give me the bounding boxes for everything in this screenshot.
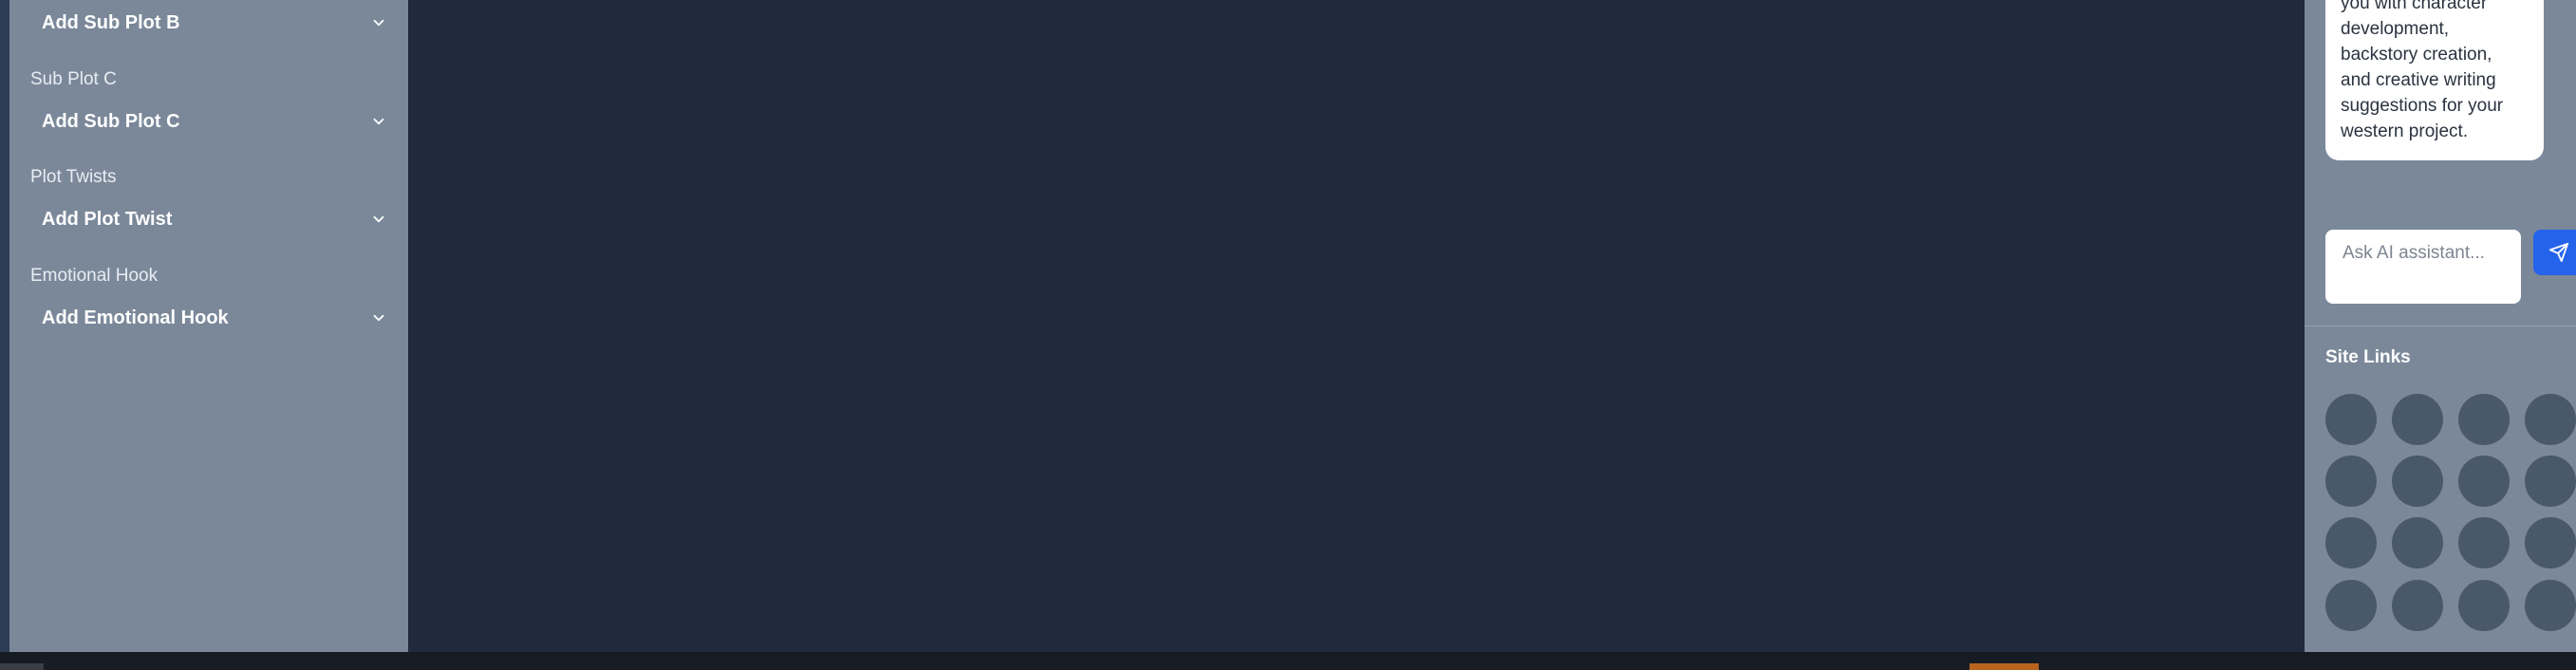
left-edge-strip bbox=[0, 0, 9, 652]
assistant-message-line: suggestions for your bbox=[2341, 96, 2504, 116]
taskbar-active-item[interactable] bbox=[1969, 663, 2039, 670]
dropdown-label: Add Plot Twist bbox=[42, 208, 173, 230]
chevron-down-icon bbox=[370, 309, 387, 326]
add-sub-plot-b-dropdown[interactable]: Add Sub Plot B bbox=[30, 0, 401, 46]
site-link[interactable] bbox=[2458, 394, 2510, 445]
left-sidebar: Add Sub Plot B Sub Plot C Add Sub Plot C… bbox=[9, 0, 408, 652]
site-link[interactable] bbox=[2325, 394, 2377, 445]
site-links-title: Site Links bbox=[2325, 347, 2411, 367]
site-link[interactable] bbox=[2392, 517, 2443, 568]
site-link[interactable] bbox=[2325, 517, 2377, 568]
send-button[interactable] bbox=[2533, 230, 2576, 275]
section-label-sub-plot-c: Sub Plot C bbox=[30, 69, 117, 89]
chevron-down-icon bbox=[370, 211, 387, 228]
assistant-message-line: development, bbox=[2341, 19, 2450, 39]
ask-ai-input[interactable] bbox=[2325, 230, 2521, 304]
site-link[interactable] bbox=[2392, 580, 2443, 631]
site-link[interactable] bbox=[2458, 517, 2510, 568]
site-link[interactable] bbox=[2525, 456, 2576, 507]
chevron-down-icon bbox=[370, 14, 387, 31]
site-link[interactable] bbox=[2525, 580, 2576, 631]
site-link[interactable] bbox=[2325, 580, 2377, 631]
site-link[interactable] bbox=[2458, 456, 2510, 507]
chevron-down-icon bbox=[370, 113, 387, 130]
right-sidebar: you with character development, backstor… bbox=[2305, 0, 2576, 652]
site-link[interactable] bbox=[2525, 517, 2576, 568]
section-label-plot-twists: Plot Twists bbox=[30, 167, 117, 187]
assistant-message: you with character development, backstor… bbox=[2325, 0, 2544, 160]
dropdown-label: Add Sub Plot B bbox=[42, 11, 180, 33]
add-emotional-hook-dropdown[interactable]: Add Emotional Hook bbox=[30, 295, 401, 341]
site-link[interactable] bbox=[2392, 394, 2443, 445]
site-link[interactable] bbox=[2458, 580, 2510, 631]
send-icon bbox=[2548, 242, 2569, 263]
add-plot-twist-dropdown[interactable]: Add Plot Twist bbox=[30, 196, 401, 242]
assistant-message-line: you with character bbox=[2341, 0, 2488, 13]
main-content-area bbox=[408, 0, 2305, 652]
site-link[interactable] bbox=[2392, 456, 2443, 507]
assistant-message-line: and creative writing bbox=[2341, 70, 2496, 90]
taskbar-item[interactable] bbox=[0, 663, 44, 670]
assistant-message-line: backstory creation, bbox=[2341, 45, 2492, 65]
section-label-emotional-hook: Emotional Hook bbox=[30, 266, 159, 286]
site-link[interactable] bbox=[2525, 394, 2576, 445]
site-link[interactable] bbox=[2325, 456, 2377, 507]
taskbar bbox=[0, 652, 2576, 670]
assistant-message-line: western project. bbox=[2341, 121, 2469, 141]
dropdown-label: Add Emotional Hook bbox=[42, 307, 229, 328]
add-sub-plot-c-dropdown[interactable]: Add Sub Plot C bbox=[30, 99, 401, 144]
dropdown-label: Add Sub Plot C bbox=[42, 110, 180, 132]
